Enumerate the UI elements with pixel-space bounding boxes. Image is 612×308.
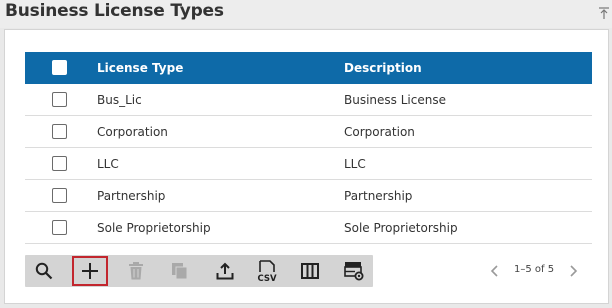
license-type-cell: Partnership [97, 189, 166, 203]
search-icon [35, 262, 53, 280]
delete-button[interactable] [119, 255, 153, 287]
collapse-panel-icon[interactable] [598, 6, 610, 20]
table-row[interactable]: LLC LLC [25, 148, 592, 180]
description-cell: Business License [344, 93, 446, 107]
license-type-cell: Bus_Lic [97, 93, 142, 107]
page-title: Business License Types [5, 1, 224, 21]
page-range-label: 1–5 of 5 [514, 264, 555, 275]
previous-page-icon[interactable] [490, 264, 500, 278]
table-row[interactable]: Bus_Lic Business License [25, 84, 592, 116]
table-row[interactable]: Partnership Partnership [25, 180, 592, 212]
column-header-description[interactable]: Description [344, 61, 422, 75]
license-type-cell: Corporation [97, 125, 168, 139]
grid-settings-button[interactable] [337, 255, 371, 287]
search-button[interactable] [27, 255, 61, 287]
license-type-cell: LLC [97, 157, 119, 171]
description-cell: Corporation [344, 125, 415, 139]
select-all-checkbox[interactable] [52, 60, 67, 75]
columns-button[interactable] [293, 255, 327, 287]
row-checkbox[interactable] [52, 156, 67, 171]
description-cell: LLC [344, 157, 366, 171]
grid-header: License Type Description [25, 52, 592, 84]
license-type-cell: Sole Proprietorship [97, 221, 211, 235]
license-types-grid: License Type Description Bus_Lic Busines… [25, 52, 592, 244]
csv-export-icon: CSV [258, 260, 278, 282]
row-checkbox[interactable] [52, 220, 67, 235]
table-row[interactable]: Sole Proprietorship Sole Proprietorship [25, 212, 592, 244]
trash-icon [129, 262, 143, 280]
panel-header: Business License Types [0, 0, 612, 28]
row-checkbox[interactable] [52, 188, 67, 203]
grid-settings-icon [344, 262, 364, 281]
table-row[interactable]: Corporation Corporation [25, 116, 592, 148]
pagination: 1–5 of 5 [490, 255, 580, 287]
grid-toolbar: CSV [25, 255, 373, 287]
next-page-icon[interactable] [568, 264, 578, 278]
description-cell: Partnership [344, 189, 413, 203]
svg-text:CSV: CSV [258, 274, 278, 282]
description-cell: Sole Proprietorship [344, 221, 458, 235]
license-types-card: License Type Description Bus_Lic Busines… [4, 29, 609, 304]
export-csv-button[interactable]: CSV [250, 255, 284, 287]
columns-icon [301, 263, 319, 279]
row-checkbox[interactable] [52, 124, 67, 139]
upload-icon [216, 262, 234, 280]
add-button[interactable] [72, 256, 108, 286]
column-header-license-type[interactable]: License Type [97, 61, 183, 75]
copy-icon [172, 263, 188, 280]
upload-button[interactable] [208, 255, 242, 287]
add-icon [82, 263, 98, 279]
row-checkbox[interactable] [52, 92, 67, 107]
copy-button[interactable] [163, 255, 197, 287]
